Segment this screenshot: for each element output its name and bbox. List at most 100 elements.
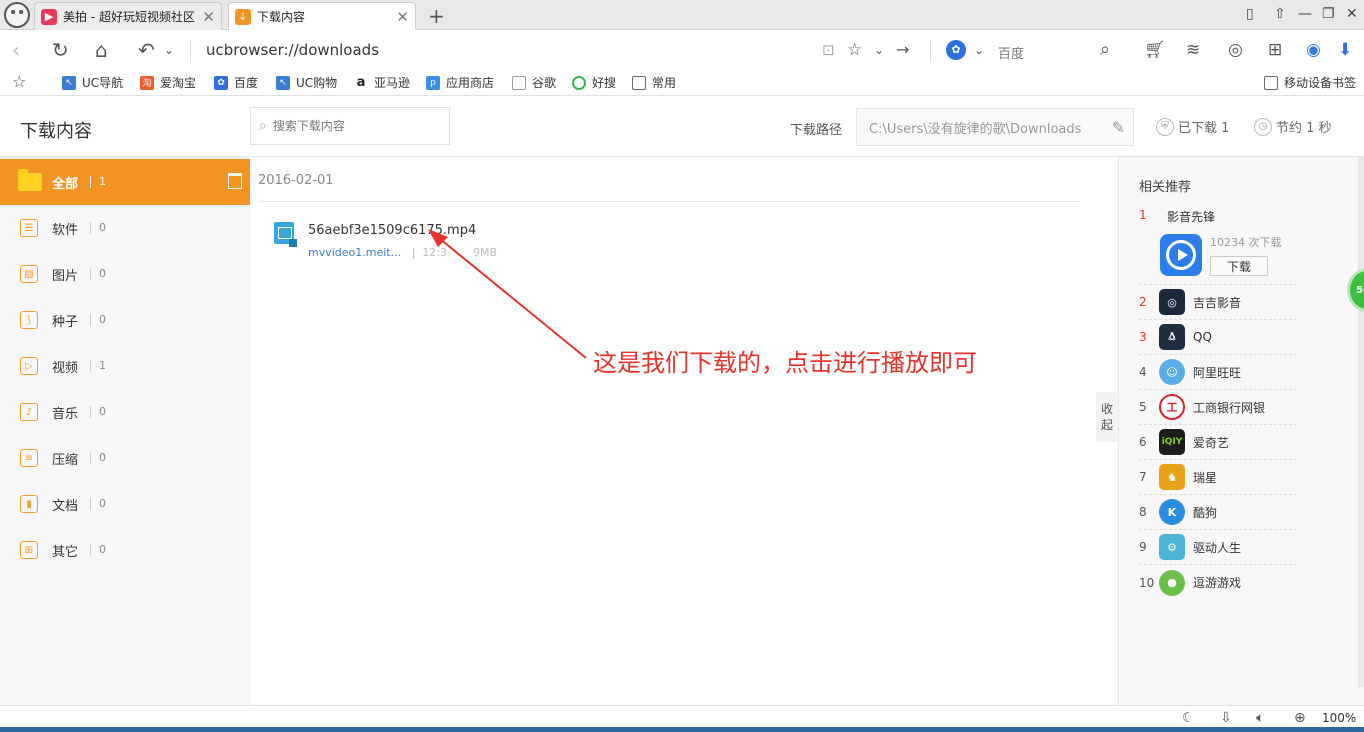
collapse-panel-button[interactable]: 收起	[1096, 392, 1118, 442]
engine-dropdown-icon[interactable]: ⌄	[974, 38, 984, 62]
tab-downloads[interactable]: ↓ 下载内容 ✕	[228, 2, 416, 30]
bookmark-star-icon[interactable]: ☆	[12, 72, 26, 91]
close-window-icon[interactable]: ✕	[1346, 6, 1358, 22]
featured-app-name[interactable]: 影音先锋	[1167, 208, 1215, 225]
tab-title: 下载内容	[257, 10, 306, 24]
trash-icon[interactable]	[228, 173, 242, 189]
home-icon[interactable]: ⌂	[95, 38, 108, 62]
recommend-item[interactable]: 8 K 酷狗	[1139, 495, 1297, 530]
apps-icon[interactable]: ⊞	[1268, 38, 1282, 62]
video-file-icon[interactable]	[274, 222, 297, 247]
recommend-item[interactable]: 7 ♞ 瑞星	[1139, 460, 1297, 495]
icbc-icon: 工	[1159, 394, 1185, 420]
annotation-text: 这是我们下载的，点击进行播放即可	[593, 349, 977, 377]
security-icon[interactable]: ◎	[1228, 38, 1243, 62]
sound-icon[interactable]: 🔈︎	[1256, 710, 1264, 726]
bookmark-taobao[interactable]: 淘爱淘宝	[140, 74, 196, 91]
download-manager-icon[interactable]: ⬇	[1338, 38, 1352, 62]
recommend-item[interactable]: 3 🐧︎ QQ	[1139, 320, 1297, 355]
recommend-item[interactable]: 4 ☺ 阿里旺旺	[1139, 355, 1297, 390]
zoom-icon[interactable]: ⊕	[1294, 710, 1306, 726]
cart-icon[interactable]: 🛒︎	[1144, 38, 1166, 62]
maximize-icon[interactable]: ❐	[1322, 6, 1335, 22]
category-music[interactable]: ♪ 音乐 0	[0, 389, 250, 435]
category-torrents[interactable]: ⟆ 种子 0	[0, 297, 250, 343]
taobao-icon: 淘	[140, 75, 154, 90]
meipai-icon: ▶	[41, 8, 57, 25]
back-icon[interactable]: ‹	[12, 38, 20, 62]
category-other[interactable]: ⊞ 其它 0	[0, 527, 250, 573]
tab-meipai[interactable]: ▶ 美拍 - 超好玩短视频社区 ✕	[34, 2, 222, 30]
bookmark-google[interactable]: 谷歌	[512, 74, 556, 91]
qq-icon: 🐧︎	[1159, 324, 1185, 350]
bookmark-uc-shop[interactable]: ↖ UC购物	[276, 74, 337, 91]
bookmark-app-store[interactable]: p 应用商店	[426, 74, 494, 91]
bookmark-haosou[interactable]: 好搜	[572, 74, 616, 91]
title-bar: ▶ 美拍 - 超好玩短视频社区 ✕ ↓ 下载内容 ✕ + ▯ ⇧ — ❐ ✕	[0, 0, 1364, 30]
recommend-item[interactable]: 9 ⚙ 驱动人生	[1139, 530, 1297, 565]
path-label: 下载路径	[790, 123, 843, 138]
category-software[interactable]: ☰ 软件 0	[0, 205, 250, 251]
uc-shop-icon: ↖	[276, 75, 290, 90]
close-tab-icon[interactable]: ✕	[202, 8, 215, 26]
recommend-item[interactable]: 5 工工商银行网银	[1139, 390, 1297, 425]
category-all[interactable]: 全部 1	[0, 159, 250, 205]
recommend-title: 相关推荐	[1139, 180, 1192, 195]
speed-icon[interactable]: ◉	[1306, 38, 1321, 62]
clock-icon: ◷	[1254, 117, 1272, 136]
download-path-field[interactable]: C:\Users\没有旋律的歌\Downloads ✎	[856, 108, 1134, 146]
software-icon: ☰	[20, 219, 38, 237]
search-box[interactable]: ⌕	[250, 107, 450, 145]
category-video[interactable]: ▷ 视频 1	[0, 343, 250, 389]
image-icon: ▨	[20, 265, 38, 283]
mode-icon[interactable]: ⊡	[822, 38, 835, 62]
file-source-link[interactable]: mvvideo1.meit...	[308, 246, 401, 259]
aliwangwang-icon: ☺	[1159, 359, 1185, 385]
page-title: 下载内容	[20, 121, 92, 142]
uc-logo-icon[interactable]	[4, 2, 30, 28]
scrollbar[interactable]	[1358, 157, 1364, 687]
music-icon: ♪	[20, 403, 38, 421]
refresh-icon[interactable]: ↻	[52, 38, 69, 62]
download-status-icon[interactable]: ⇩	[1220, 710, 1232, 726]
bookmark-baidu[interactable]: ✿ 百度	[214, 74, 258, 91]
zoom-level[interactable]: 100%	[1322, 711, 1356, 725]
wifi-icon[interactable]: ≋	[1186, 38, 1200, 62]
sidebar-toggle-icon[interactable]: ▯	[1246, 6, 1254, 22]
document-icon: ▮	[20, 495, 38, 513]
star-icon[interactable]: ☆	[847, 38, 862, 62]
skin-icon[interactable]: ⇧	[1274, 6, 1286, 22]
play-ring-icon	[1166, 240, 1196, 270]
edit-icon[interactable]: ✎	[1112, 118, 1125, 137]
close-tab-icon[interactable]: ✕	[396, 8, 409, 26]
annotation-arrow	[428, 229, 587, 359]
search-icon[interactable]: ⌕	[1100, 38, 1110, 62]
recommend-item[interactable]: 6 iQIY 爱奇艺	[1139, 425, 1297, 460]
category-images[interactable]: ▨ 图片 0	[0, 251, 250, 297]
undo-dropdown-icon[interactable]: ⌄	[164, 38, 174, 62]
mobile-bookmarks[interactable]: 移动设备书签	[1264, 74, 1356, 91]
tab-title: 美拍 - 超好玩短视频社区	[63, 10, 195, 24]
search-input[interactable]	[272, 119, 433, 133]
mobile-folder-icon	[1264, 75, 1278, 90]
recommend-item[interactable]: 10 ● 逗游游戏	[1139, 565, 1297, 600]
recommend-item[interactable]: 2 ◎ 吉吉影音	[1139, 285, 1297, 320]
download-button[interactable]: 下载	[1210, 256, 1268, 276]
bookmark-amazon[interactable]: a 亚马逊	[354, 74, 410, 91]
undo-icon[interactable]: ↶	[138, 38, 155, 62]
search-engine-field[interactable]: 百度	[998, 43, 1024, 62]
chevron-down-icon[interactable]: ⌄	[874, 38, 884, 62]
bookmark-folder[interactable]: 常用	[632, 74, 676, 91]
category-archive[interactable]: ≡ 压缩 0	[0, 435, 250, 481]
time-saved: ◷ 节约 1 秒	[1254, 117, 1332, 136]
minimize-icon[interactable]: —	[1298, 6, 1312, 22]
url-field[interactable]: ucbrowser://downloads	[206, 41, 379, 59]
baidu-icon[interactable]: ✿	[946, 40, 966, 60]
category-documents[interactable]: ▮ 文档 0	[0, 481, 250, 527]
folder-icon	[18, 169, 42, 191]
night-mode-icon[interactable]: ☾	[1182, 710, 1195, 726]
new-tab-icon[interactable]: +	[428, 4, 445, 28]
xfplay-icon[interactable]	[1160, 234, 1202, 276]
bookmark-uc-nav[interactable]: ↖ UC导航	[62, 74, 123, 91]
go-icon[interactable]: →	[896, 38, 909, 62]
